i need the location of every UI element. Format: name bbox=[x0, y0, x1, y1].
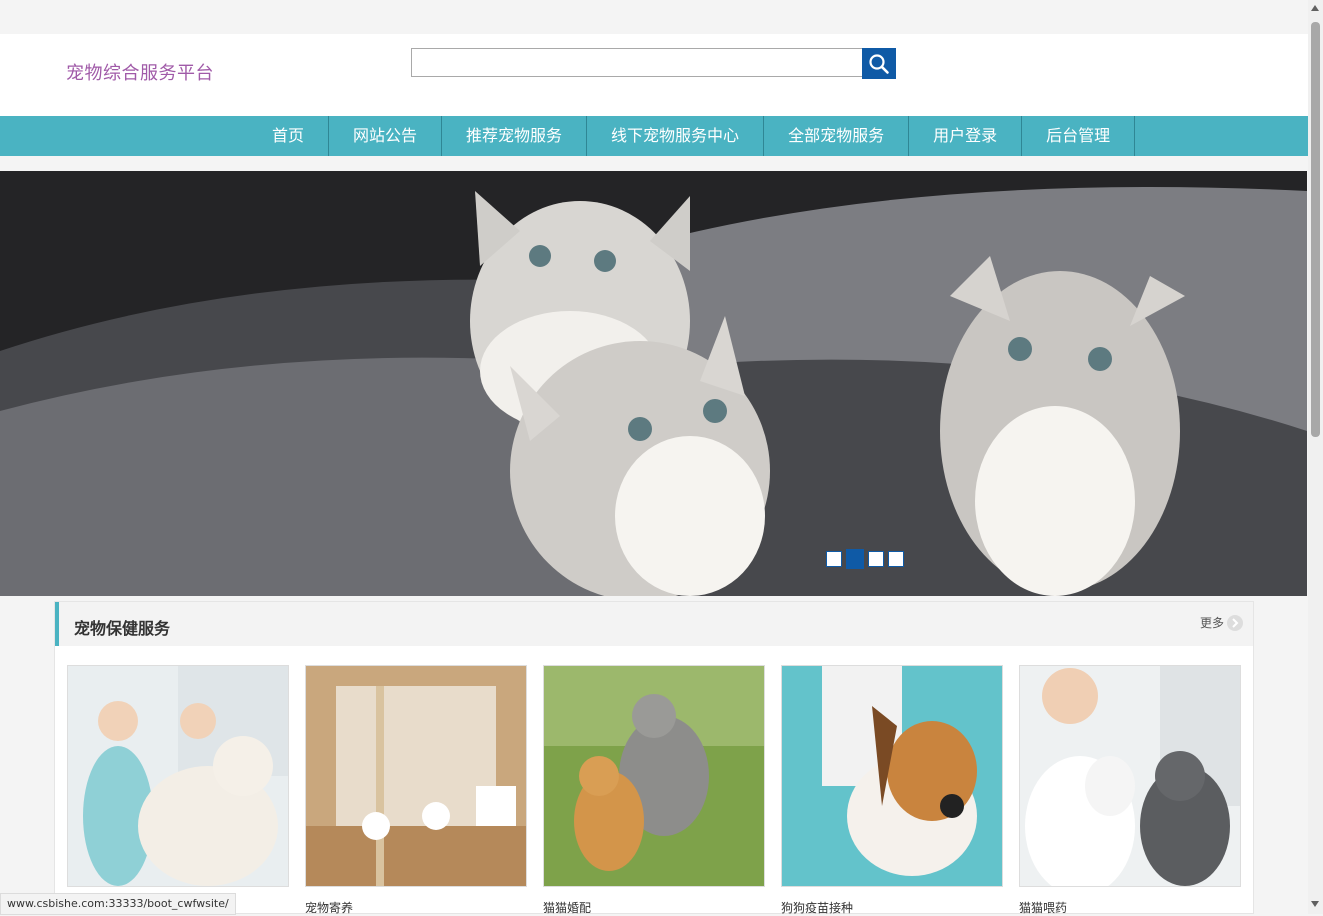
nav-item-admin[interactable]: 后台管理 bbox=[1022, 116, 1136, 156]
nav-item-announcements[interactable]: 网站公告 bbox=[329, 116, 443, 156]
carousel-dot-1[interactable] bbox=[826, 551, 842, 567]
section-title: 宠物保健服务 bbox=[74, 619, 171, 638]
top-strip bbox=[0, 0, 1308, 34]
search-input[interactable] bbox=[411, 48, 866, 77]
chevron-right-icon bbox=[1227, 614, 1243, 631]
page: 宠物综合服务平台 首页 网站公告 推荐宠物服务 线下宠物服务中心 全部宠物服务 … bbox=[0, 0, 1308, 916]
service-title[interactable]: 宠物寄养 bbox=[305, 899, 527, 916]
service-image[interactable] bbox=[1019, 665, 1241, 887]
scrollbar-thumb[interactable] bbox=[1311, 22, 1320, 437]
carousel-indicators bbox=[826, 549, 904, 569]
carousel-dot-3[interactable] bbox=[868, 551, 884, 567]
card-list: 宠物体检 宠物寄养 bbox=[67, 665, 1241, 916]
service-image[interactable] bbox=[781, 665, 1003, 887]
service-image[interactable] bbox=[305, 665, 527, 887]
nav-item-home[interactable]: 首页 bbox=[248, 116, 330, 156]
vertical-scrollbar[interactable] bbox=[1308, 0, 1323, 914]
service-card[interactable]: 猫猫喂药 bbox=[1019, 665, 1241, 916]
header: 宠物综合服务平台 bbox=[0, 34, 1308, 116]
service-title[interactable]: 狗狗疫苗接种 bbox=[781, 899, 1003, 916]
carousel-dot-4[interactable] bbox=[888, 551, 904, 567]
site-logo[interactable]: 宠物综合服务平台 bbox=[66, 59, 214, 85]
status-bar-url: www.csbishe.com:33333/boot_cwfwsite/ bbox=[0, 893, 236, 915]
service-image[interactable] bbox=[543, 665, 765, 887]
banner-carousel[interactable] bbox=[0, 171, 1307, 596]
main-nav: 首页 网站公告 推荐宠物服务 线下宠物服务中心 全部宠物服务 用户登录 后台管理 bbox=[0, 116, 1308, 156]
more-link[interactable]: 更多 bbox=[1200, 614, 1243, 631]
more-label: 更多 bbox=[1199, 616, 1224, 630]
search-icon bbox=[869, 53, 889, 74]
service-card[interactable]: 宠物体检 bbox=[67, 665, 289, 916]
scroll-down-arrow-icon[interactable] bbox=[1311, 901, 1319, 907]
nav-item-offline-centers[interactable]: 线下宠物服务中心 bbox=[587, 116, 765, 156]
service-card[interactable]: 狗狗疫苗接种 bbox=[781, 665, 1003, 916]
pet-health-section: 宠物保健服务 更多 宠物寄养 猫猫婚配 狗狗疫苗接种 猫猫喂药 bbox=[54, 601, 1254, 916]
banner-image bbox=[0, 171, 1307, 596]
service-card[interactable]: 猫猫婚配 bbox=[543, 665, 765, 916]
scroll-up-arrow-icon[interactable] bbox=[1311, 5, 1319, 11]
section-header: 宠物保健服务 更多 bbox=[55, 602, 1253, 646]
nav-item-all-services[interactable]: 全部宠物服务 bbox=[764, 116, 910, 156]
service-image[interactable] bbox=[67, 665, 289, 887]
service-title[interactable]: 猫猫婚配 bbox=[543, 899, 765, 916]
service-title[interactable]: 猫猫喂药 bbox=[1019, 899, 1241, 916]
nav-item-recommended-services[interactable]: 推荐宠物服务 bbox=[442, 116, 588, 156]
nav-item-login[interactable]: 用户登录 bbox=[909, 116, 1023, 156]
carousel-dot-2[interactable] bbox=[846, 549, 864, 569]
search-button[interactable] bbox=[862, 48, 896, 79]
service-card[interactable]: 宠物寄养 bbox=[305, 665, 527, 916]
